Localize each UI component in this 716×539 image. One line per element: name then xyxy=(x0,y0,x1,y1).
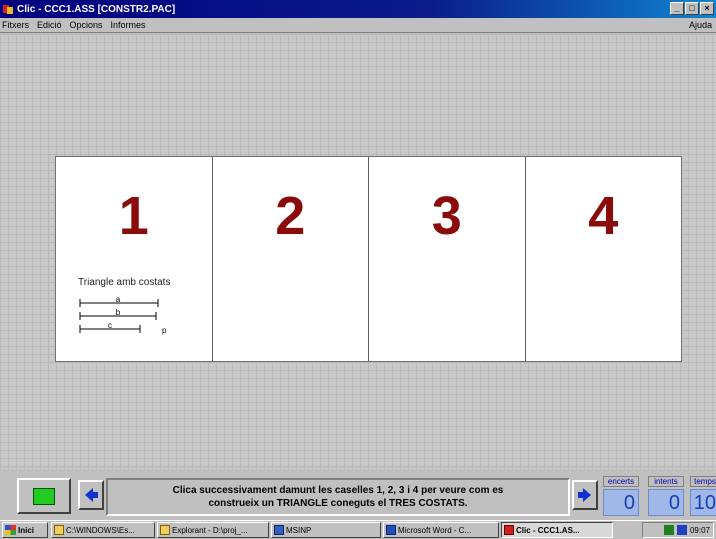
maximize-button[interactable]: □ xyxy=(685,2,699,15)
activity-controls: Clica successivament damunt les caselles… xyxy=(0,472,716,520)
menu-informes[interactable]: Informes xyxy=(111,20,146,30)
message-line-1: Clica successivament damunt les caselles… xyxy=(172,485,504,496)
counter-value: 10 xyxy=(690,489,716,516)
taskbar-item-label: Explorant - D:\proj_... xyxy=(172,525,248,535)
clic-icon xyxy=(504,525,514,535)
menu-ajuda[interactable]: Ajuda xyxy=(689,20,712,30)
taskbar-item[interactable]: C:\WINDOWS\Es... xyxy=(51,522,155,538)
system-tray: 09:07 xyxy=(642,522,714,538)
counter-label: intents xyxy=(648,476,684,487)
word-icon xyxy=(386,525,396,535)
message-line-2: construeix un TRIANGLE coneguts el TRES … xyxy=(208,498,468,509)
volume-icon[interactable] xyxy=(676,525,687,535)
windows-taskbar: Inici C:\WINDOWS\Es... Explorant - D:\pr… xyxy=(0,520,716,539)
cell-number: 3 xyxy=(431,186,462,246)
green-flag-icon xyxy=(33,487,55,505)
menu-fitxers[interactable]: Fitxers xyxy=(2,20,29,30)
cell-2[interactable]: 2 xyxy=(213,157,369,361)
explorer-icon xyxy=(160,525,170,535)
windows-logo-icon xyxy=(5,525,16,535)
point-label: p xyxy=(162,326,167,335)
cell-caption: Triangle amb costats xyxy=(78,277,171,288)
arrow-right-icon xyxy=(578,488,591,502)
cell-number: 4 xyxy=(588,186,619,246)
counter-value: 0 xyxy=(648,489,684,516)
attempts-counter: intents 0 xyxy=(648,476,684,516)
window-title: Clic - CCC1.ASS [CONSTR2.PAC] xyxy=(17,3,176,15)
time-counter: temps 10 xyxy=(690,476,716,516)
menu-opcions[interactable]: Opcions xyxy=(70,20,103,30)
program-icon xyxy=(274,525,284,535)
start-button[interactable]: Inici xyxy=(2,522,48,538)
arrow-left-icon xyxy=(85,488,98,502)
cell-3[interactable]: 3 xyxy=(369,157,526,361)
previous-activity-button[interactable] xyxy=(78,480,104,510)
cell-4[interactable]: 4 xyxy=(526,157,682,361)
instruction-message: Clica successivament damunt les caselles… xyxy=(106,478,570,516)
counter-label: encerts xyxy=(603,476,639,487)
hits-counter: encerts 0 xyxy=(603,476,639,516)
taskbar-item-label: C:\WINDOWS\Es... xyxy=(66,525,135,535)
segment-c-label: c xyxy=(108,321,112,330)
menu-flag-button[interactable] xyxy=(17,478,71,514)
window-controls: _ □ × xyxy=(670,2,714,15)
taskbar-item[interactable]: Microsoft Word - C... xyxy=(383,522,499,538)
taskbar-item-active[interactable]: Clic - CCC1.AS... xyxy=(501,522,613,538)
cell-number: 2 xyxy=(275,186,306,246)
clic-app-icon[interactable] xyxy=(2,3,14,15)
menu-bar: Fitxers Edició Opcions Informes Ajuda xyxy=(0,18,716,33)
title-bar: Clic - CCC1.ASS [CONSTR2.PAC] _ □ × xyxy=(0,0,716,18)
network-icon[interactable] xyxy=(663,525,674,535)
minimize-button[interactable]: _ xyxy=(670,2,684,15)
folder-icon xyxy=(54,525,64,535)
menu-edicio[interactable]: Edició xyxy=(37,20,62,30)
taskbar-item-label: Clic - CCC1.AS... xyxy=(516,525,580,535)
counter-label: temps xyxy=(690,476,716,487)
next-activity-button[interactable] xyxy=(572,480,598,510)
cell-number: 1 xyxy=(118,186,149,246)
taskbar-item[interactable]: Explorant - D:\proj_... xyxy=(157,522,269,538)
start-label: Inici xyxy=(18,525,35,535)
segment-a-label: a xyxy=(116,295,121,304)
close-button[interactable]: × xyxy=(700,2,714,15)
cell-1[interactable]: 1 Triangle amb costats a b c p xyxy=(56,157,213,361)
clock: 09:07 xyxy=(689,525,710,535)
counter-value: 0 xyxy=(603,489,639,516)
taskbar-item-label: Microsoft Word - C... xyxy=(398,525,472,535)
taskbar-item-label: MSINP xyxy=(286,525,312,535)
taskbar-item[interactable]: MSINP xyxy=(271,522,381,538)
segments-diagram: a b c p xyxy=(79,295,167,335)
puzzle-board: 1 Triangle amb costats a b c p 2 3 4 xyxy=(55,156,682,362)
segment-b-label: b xyxy=(116,308,121,317)
